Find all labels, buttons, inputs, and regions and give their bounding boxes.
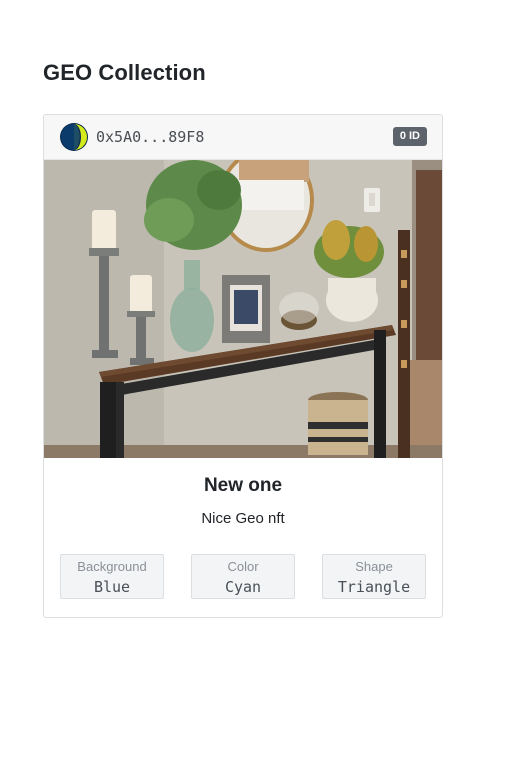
attribute-color: Color Cyan	[191, 554, 295, 599]
attribute-shape: Shape Triangle	[322, 554, 426, 599]
nft-card[interactable]: 0x5A0...89F8 0 ID New one Nice Geo nft B…	[43, 114, 443, 618]
attribute-value: Blue	[93, 578, 131, 596]
attribute-value: Triangle	[337, 578, 411, 596]
nft-description: Nice Geo nft	[201, 510, 285, 527]
token-id-badge: 0 ID	[392, 127, 427, 146]
card-body: New one Nice Geo nft	[44, 458, 442, 527]
nft-artwork-image	[44, 160, 442, 458]
card-header: 0x5A0...89F8 0 ID	[44, 115, 442, 160]
nft-name: New one	[203, 475, 283, 496]
owner-address[interactable]: 0x5A0...89F8	[96, 128, 204, 146]
attributes-list: Background Blue Color Cyan Shape Triangl…	[60, 554, 426, 599]
attribute-trait: Color	[227, 559, 259, 574]
owner-avatar-icon	[60, 123, 88, 151]
attribute-background: Background Blue	[60, 554, 164, 599]
page-title: GEO Collection	[43, 60, 206, 85]
attribute-trait: Shape	[355, 559, 393, 574]
attribute-value: Cyan	[224, 578, 262, 596]
attribute-trait: Background	[77, 559, 147, 574]
